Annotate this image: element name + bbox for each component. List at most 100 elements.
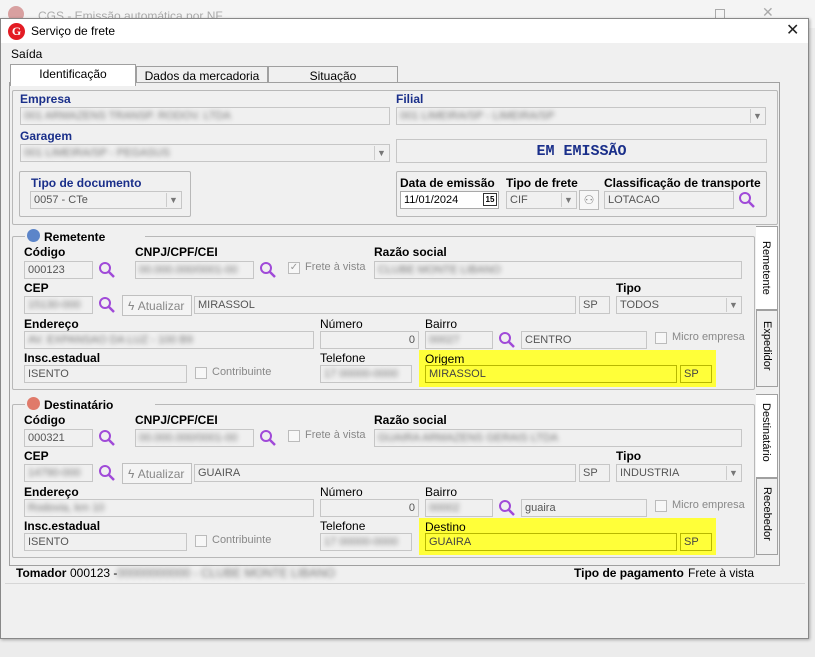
micro-empresa-checkbox[interactable] bbox=[655, 332, 667, 344]
remetente-uf-field[interactable]: SP bbox=[579, 296, 610, 314]
dropdown-arrow-icon[interactable]: ▼ bbox=[561, 193, 575, 207]
destinatario-uf-field[interactable]: SP bbox=[579, 464, 610, 482]
destinatario-insc-field[interactable]: ISENTO bbox=[24, 533, 187, 551]
frete-vista-label: Frete à vista bbox=[305, 429, 366, 441]
frete-vista-checkbox[interactable]: ✓ bbox=[288, 262, 300, 274]
origem-uf-field[interactable]: SP bbox=[680, 365, 712, 383]
dropdown-arrow-icon[interactable]: ▼ bbox=[374, 146, 388, 160]
tipo-documento-dropdown[interactable]: 0057 - CTe bbox=[30, 191, 182, 209]
bottom-area bbox=[5, 583, 805, 637]
empresa-field[interactable]: 001 ARMAZENS TRANSP. RODOV. LTDA bbox=[20, 107, 390, 125]
destinatario-cep-value: 14790-000 bbox=[28, 467, 81, 479]
dropdown-arrow-icon[interactable]: ▼ bbox=[750, 109, 764, 123]
search-icon[interactable] bbox=[498, 331, 516, 349]
destinatario-cnpj-value: 00.000.000/0001-00 bbox=[139, 432, 238, 444]
insc-label: Insc.estadual bbox=[24, 519, 101, 533]
person-icon bbox=[27, 397, 40, 410]
remetente-telefone-field[interactable]: 17 00000-0000 bbox=[320, 365, 412, 383]
numero-label: Número bbox=[320, 485, 363, 499]
atualizar-button[interactable]: ϟ Atualizar bbox=[122, 463, 192, 484]
side-tab-recebedor[interactable]: Recebedor bbox=[756, 478, 778, 555]
remetente-bairro-field[interactable]: CENTRO bbox=[521, 331, 647, 349]
side-tab-destinatario[interactable]: Destinatário bbox=[756, 394, 778, 478]
search-icon[interactable] bbox=[498, 499, 516, 517]
filial-dropdown[interactable]: 001 LIMEIRA/SP - LIMEIRA/SP bbox=[396, 107, 766, 125]
contribuinte-checkbox[interactable] bbox=[195, 535, 207, 547]
people-icon[interactable]: ⚇ bbox=[579, 190, 599, 210]
destinatario-razao-field[interactable]: GUAIRA ARMAZENS GERAIS LTDA bbox=[374, 429, 742, 447]
search-icon[interactable] bbox=[98, 296, 116, 314]
garagem-label: Garagem bbox=[20, 129, 73, 143]
contribuinte-label: Contribuinte bbox=[212, 534, 272, 546]
search-icon[interactable] bbox=[259, 261, 277, 279]
destino-field[interactable]: GUAIRA bbox=[425, 533, 677, 551]
remetente-cidade-field[interactable]: MIRASSOL bbox=[194, 296, 576, 314]
destinatario-codigo-value: 000321 bbox=[28, 432, 65, 444]
destinatario-uf-value: SP bbox=[583, 467, 598, 479]
dropdown-arrow-icon[interactable]: ▼ bbox=[166, 193, 180, 207]
destinatario-bairro-field[interactable]: guaira bbox=[521, 499, 647, 517]
menu-saida[interactable]: Saída bbox=[11, 47, 42, 61]
destinatario-bairro-cod-field[interactable]: 00002 bbox=[425, 499, 493, 517]
remetente-cep-field[interactable]: 15130-000 bbox=[24, 296, 93, 314]
destinatario-bairro-value: guaira bbox=[525, 502, 556, 514]
app-logo-icon: G bbox=[8, 23, 25, 40]
destinatario-cep-field[interactable]: 14790-000 bbox=[24, 464, 93, 482]
tipo-pagamento-label: Tipo de pagamento bbox=[574, 566, 684, 580]
micro-empresa-checkbox[interactable] bbox=[655, 500, 667, 512]
remetente-bairro-cod-field[interactable]: 00027 bbox=[425, 331, 493, 349]
dropdown-arrow-icon[interactable]: ▼ bbox=[726, 466, 740, 480]
destinatario-codigo-field[interactable]: 000321 bbox=[24, 429, 93, 447]
tab-identificacao[interactable]: Identificação bbox=[10, 64, 136, 86]
bairro-label: Bairro bbox=[425, 485, 458, 499]
dropdown-arrow-icon[interactable]: ▼ bbox=[726, 298, 740, 312]
close-button[interactable]: ✕ bbox=[786, 20, 799, 40]
telefone-label: Telefone bbox=[320, 519, 366, 533]
destinatario-cidade-field[interactable]: GUAIRA bbox=[194, 464, 576, 482]
remetente-numero-field[interactable]: 0 bbox=[320, 331, 419, 349]
origem-uf-value: SP bbox=[684, 368, 699, 380]
destino-uf-value: SP bbox=[684, 536, 699, 548]
remetente-tipo-dropdown[interactable]: TODOS bbox=[616, 296, 742, 314]
search-icon[interactable] bbox=[738, 191, 756, 209]
insc-label: Insc.estadual bbox=[24, 351, 101, 365]
contribuinte-label: Contribuinte bbox=[212, 366, 272, 378]
calendar-icon[interactable]: 15 bbox=[483, 193, 497, 206]
destinatario-cnpj-field[interactable]: 00.000.000/0001-00 bbox=[135, 429, 254, 447]
remetente-endereco-field[interactable]: AV. EXPANSAO DA LUZ - 100 B9 bbox=[24, 331, 314, 349]
search-icon[interactable] bbox=[259, 429, 277, 447]
tipo-documento-value: 0057 - CTe bbox=[34, 194, 88, 206]
side-tab-remetente[interactable]: Remetente bbox=[756, 226, 778, 310]
remetente-razao-field[interactable]: CLUBE MONTE LIBANO bbox=[374, 261, 742, 279]
destinatario-tipo-dropdown[interactable]: INDUSTRIA bbox=[616, 464, 742, 482]
destinatario-insc-value: ISENTO bbox=[28, 536, 69, 548]
classificacao-field[interactable]: LOTACAO bbox=[604, 191, 734, 209]
remetente-codigo-field[interactable]: 000123 bbox=[24, 261, 93, 279]
atualizar-button[interactable]: ϟ Atualizar bbox=[122, 295, 192, 316]
side-tab-expedidor[interactable]: Expedidor bbox=[756, 310, 778, 387]
tipo-frete-label: Tipo de frete bbox=[506, 176, 578, 190]
destinatario-tipo-value: INDUSTRIA bbox=[620, 467, 680, 479]
bairro-label: Bairro bbox=[425, 317, 458, 331]
destinatario-numero-value: 0 bbox=[408, 502, 415, 514]
remetente-insc-field[interactable]: ISENTO bbox=[24, 365, 187, 383]
frete-vista-checkbox[interactable] bbox=[288, 430, 300, 442]
remetente-cnpj-value: 00.000.000/0001-00 bbox=[139, 264, 238, 276]
garagem-dropdown[interactable]: 001 LIMEIRA/SP - PEGASUS bbox=[20, 144, 390, 162]
destino-label: Destino bbox=[425, 520, 466, 534]
search-icon[interactable] bbox=[98, 429, 116, 447]
search-icon[interactable] bbox=[98, 464, 116, 482]
destinatario-telefone-field[interactable]: 17 00000-0000 bbox=[320, 533, 412, 551]
destino-uf-field[interactable]: SP bbox=[680, 533, 712, 551]
cnpj-label: CNPJ/CPF/CEI bbox=[135, 245, 218, 259]
origem-value: MIRASSOL bbox=[429, 368, 486, 380]
origem-field[interactable]: MIRASSOL bbox=[425, 365, 677, 383]
destinatario-numero-field[interactable]: 0 bbox=[320, 499, 419, 517]
micro-empresa-label: Micro empresa bbox=[672, 499, 745, 511]
destinatario-endereco-field[interactable]: Rodovia, km 10 bbox=[24, 499, 314, 517]
destinatario-telefone-value: 17 00000-0000 bbox=[324, 536, 399, 548]
search-icon[interactable] bbox=[98, 261, 116, 279]
lightning-icon: ϟ bbox=[128, 467, 138, 481]
remetente-cnpj-field[interactable]: 00.000.000/0001-00 bbox=[135, 261, 254, 279]
contribuinte-checkbox[interactable] bbox=[195, 367, 207, 379]
